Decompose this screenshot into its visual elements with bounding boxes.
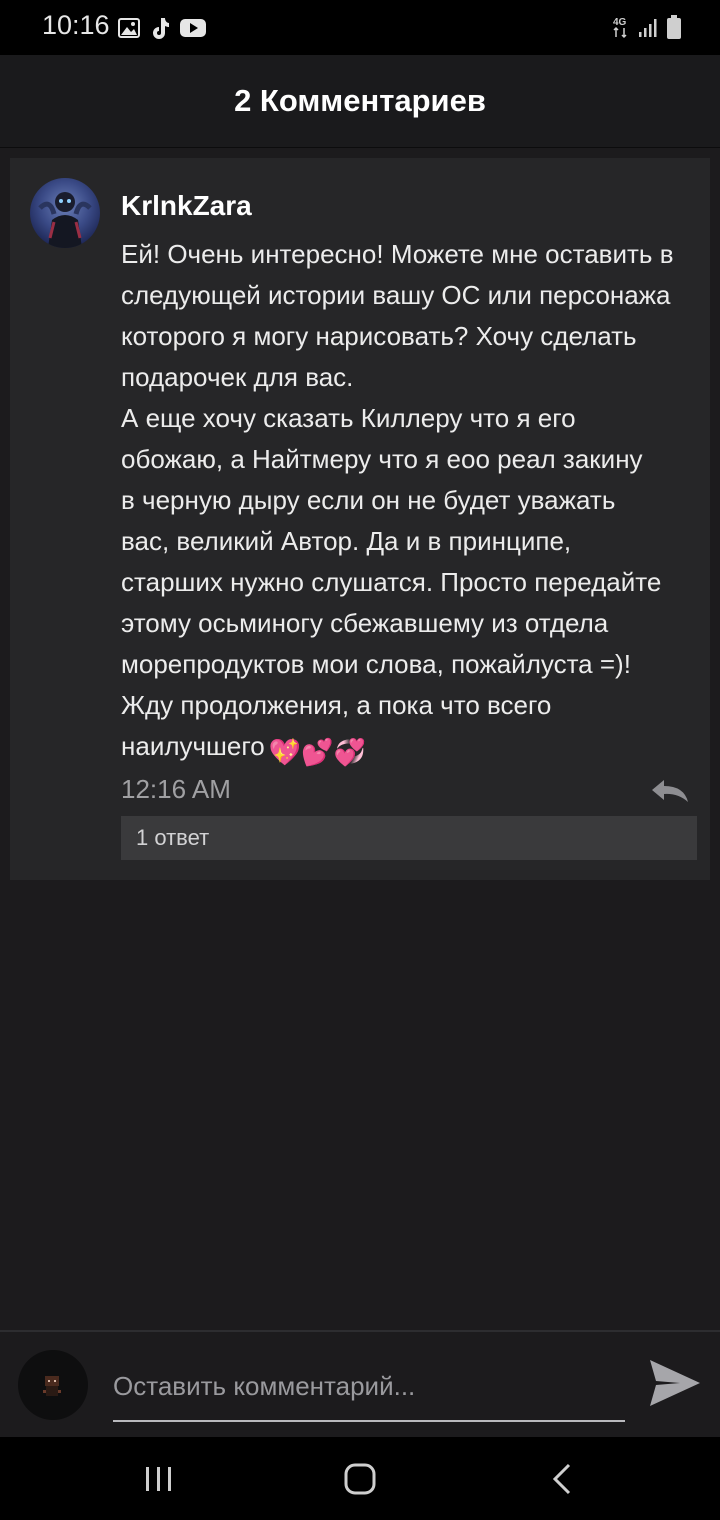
youtube-icon (180, 19, 206, 37)
system-navigation-bar (0, 1437, 720, 1520)
reply-icon[interactable] (650, 778, 690, 804)
comment-composer (0, 1330, 720, 1438)
image-icon (118, 18, 140, 38)
comment-line: Ей! Очень интересно! Можете мне оставить… (121, 239, 674, 269)
comment-line: Жду продолжения, а пока что всего (121, 690, 552, 720)
comment-line: обожаю, а Найтмеру что я еоо реал закину (121, 444, 643, 474)
battery-icon (667, 15, 681, 39)
home-icon (344, 1463, 376, 1494)
send-button[interactable] (648, 1358, 702, 1408)
comment-text: Ей! Очень интересно! Можете мне оставить… (121, 234, 706, 773)
user-character-icon (43, 1376, 61, 1396)
comment-username[interactable]: KrlnkZara (121, 190, 252, 222)
replies-toggle[interactable]: 1 ответ (121, 816, 697, 860)
tiktok-icon (153, 18, 169, 39)
signal-icon (639, 19, 657, 37)
network-4g-icon: 4G (613, 17, 627, 39)
comment-line-last: наилучшего 💖💕💞 (121, 726, 706, 773)
comments-header: 2 Комментариев (0, 55, 720, 148)
recents-button[interactable] (119, 1437, 199, 1520)
heart-emojis-icon: 💖💕💞 (268, 737, 366, 767)
comment-line: А еще хочу сказать Киллеру что я его (121, 403, 576, 433)
character-avatar-icon (38, 192, 92, 248)
home-button[interactable] (320, 1437, 400, 1520)
comment-line: морепродуктов мои слова, пожайлуста =)! (121, 649, 631, 679)
user-avatar[interactable] (18, 1350, 88, 1420)
comment-line: следующей истории вашу ОС или персонажа (121, 280, 671, 310)
replies-count: 1 ответ (136, 825, 210, 850)
avatar[interactable] (30, 178, 100, 248)
page-title: 2 Комментариев (234, 83, 486, 118)
back-chevron-icon (552, 1463, 571, 1494)
comment-card: KrlnkZara Ей! Очень интересно! Можете мн… (10, 158, 710, 880)
notification-icons (118, 14, 206, 42)
comment-line: этому осьминогу сбежавшему из отдела (121, 608, 609, 638)
comment-timestamp: 12:16 AM (121, 774, 231, 804)
system-icons: 4G (612, 12, 682, 42)
comment-line-text: наилучшего (121, 731, 265, 761)
comment-line: в черную дыру если он не будет уважать (121, 485, 616, 515)
status-bar: 10:16 4G (0, 0, 720, 55)
status-time: 10:16 (42, 10, 110, 40)
comment-line: которого я могу нарисовать? Хочу сделать (121, 321, 637, 351)
comment-line: вас, великий Автор. Да и в принципе, (121, 526, 572, 556)
comment-line: подарочек для вас. (121, 362, 354, 392)
comment-line: старших нужно слушатся. Просто передайте (121, 567, 662, 597)
back-button[interactable] (522, 1437, 602, 1520)
recents-icon (146, 1466, 171, 1491)
svg-text:4G: 4G (613, 17, 627, 28)
comment-input[interactable] (113, 1352, 625, 1422)
